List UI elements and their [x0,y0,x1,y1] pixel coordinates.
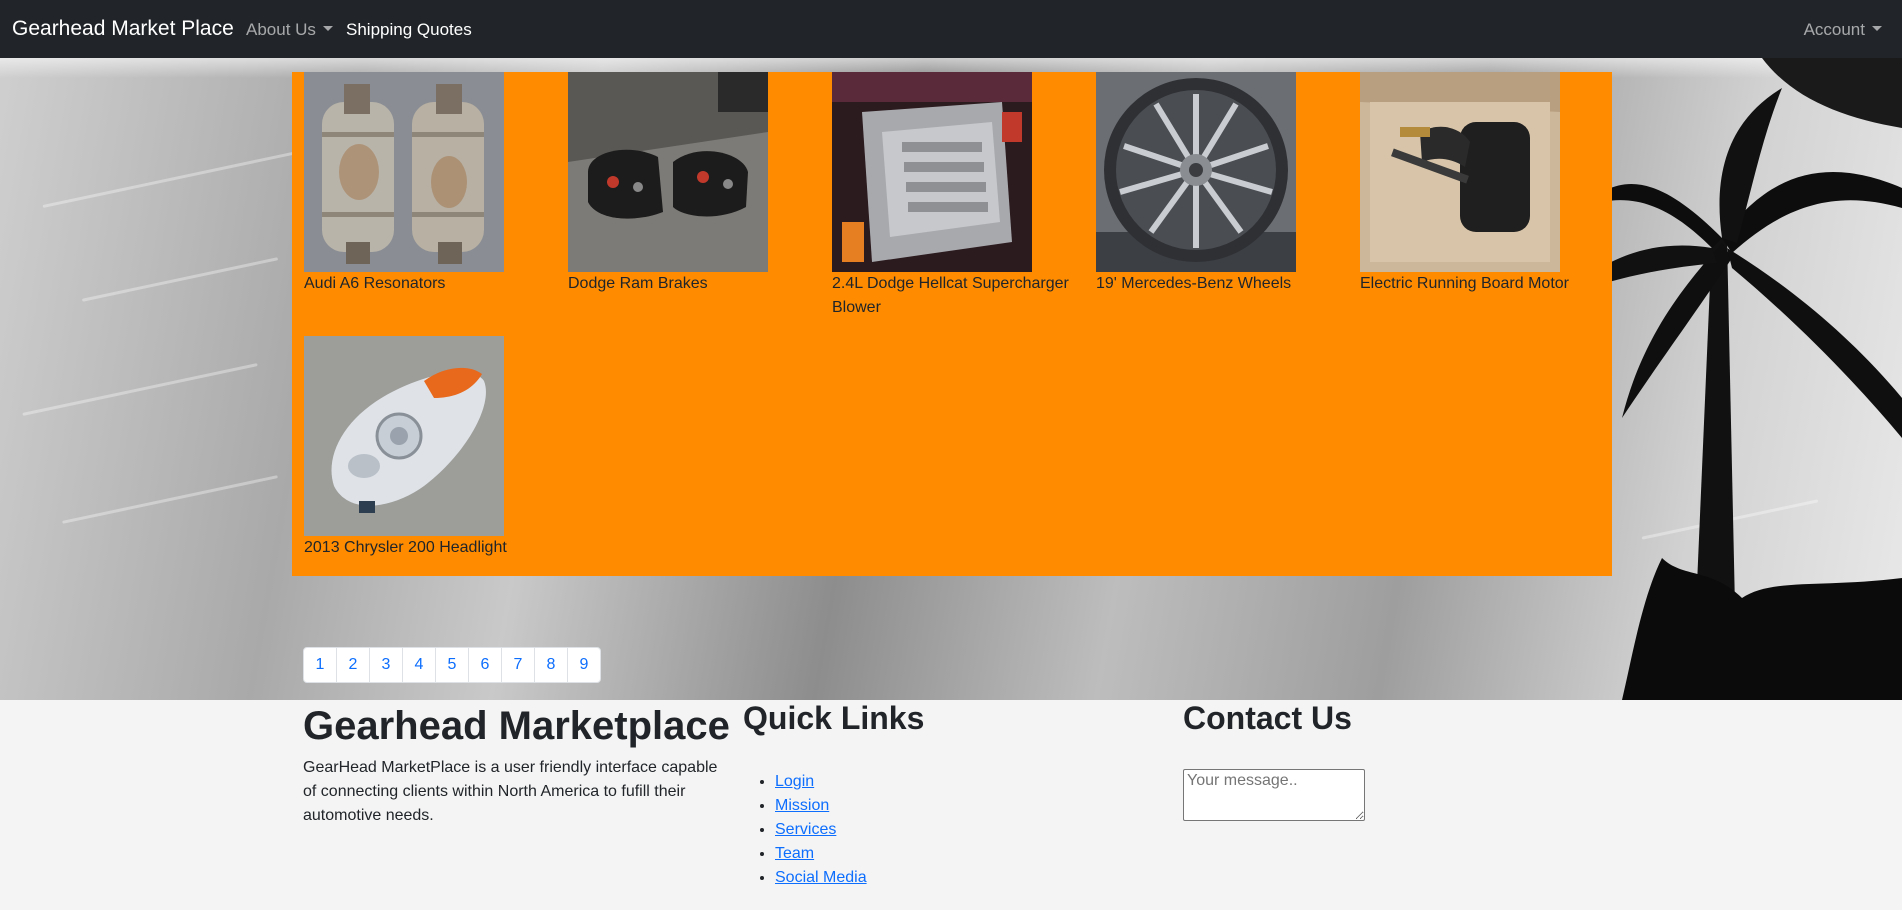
shipping-quotes-link[interactable]: Shipping Quotes [346,20,472,40]
account-label: Account [1803,20,1865,39]
product-image-resonators[interactable] [304,72,504,272]
quick-link-mission[interactable]: Mission [775,797,829,814]
page-link-6[interactable]: 6 [468,647,502,683]
product-name[interactable]: Audi A6 Resonators [304,272,568,296]
cloud-streak [81,257,279,302]
product-card[interactable]: Audi A6 Resonators [304,72,568,296]
product-panel: Audi A6 Resonators Dodge Ram Brakes 2.4L… [292,72,1612,576]
quick-links-list: Login Mission Services Team Social Media [775,770,867,890]
product-image-headlight[interactable] [304,336,504,536]
list-item: Mission [775,794,867,818]
pagination: 1 2 3 4 5 6 7 8 9 [303,647,601,683]
message-textarea[interactable] [1183,769,1365,821]
product-card[interactable]: Electric Running Board Motor [1360,72,1624,296]
list-item: Team [775,842,867,866]
quick-link-services[interactable]: Services [775,821,836,838]
product-name[interactable]: Dodge Ram Brakes [568,272,832,296]
product-image-supercharger[interactable] [832,72,1032,272]
footer-title: Gearhead Marketplace [303,704,730,748]
about-us-dropdown[interactable]: About Us [246,20,333,40]
page-link-4[interactable]: 4 [402,647,436,683]
quick-link-login[interactable]: Login [775,773,814,790]
product-card[interactable]: 2.4L Dodge Hellcat Supercharger Blower [832,72,1096,320]
about-us-label: About Us [246,20,316,39]
list-item: Login [775,770,867,794]
page-link-2[interactable]: 2 [336,647,370,683]
top-navbar: Gearhead Market Place About Us Shipping … [0,0,1902,58]
brand-link[interactable]: Gearhead Market Place [12,17,234,41]
caret-down-icon [1872,26,1882,32]
page-link-9[interactable]: 9 [567,647,601,683]
product-name[interactable]: 19' Mercedes-Benz Wheels [1096,272,1360,296]
product-card[interactable]: 19' Mercedes-Benz Wheels [1096,72,1360,296]
account-dropdown[interactable]: Account [1804,20,1882,40]
page-link-5[interactable]: 5 [435,647,469,683]
page-link-1[interactable]: 1 [303,647,337,683]
product-name[interactable]: 2.4L Dodge Hellcat Supercharger Blower [832,272,1096,320]
product-name[interactable]: 2013 Chrysler 200 Headlight [304,536,568,560]
page-link-7[interactable]: 7 [501,647,535,683]
page-link-8[interactable]: 8 [534,647,568,683]
product-image-wheel[interactable] [1096,72,1296,272]
product-image-motor[interactable] [1360,72,1560,272]
cloud-streak [42,151,298,208]
quick-link-social-media[interactable]: Social Media [775,869,867,886]
contact-us-heading: Contact Us [1183,700,1352,736]
caret-down-icon [322,26,333,32]
page-link-3[interactable]: 3 [369,647,403,683]
product-image-brakes[interactable] [568,72,768,272]
product-card[interactable]: 2013 Chrysler 200 Headlight [304,336,568,560]
footer: Gearhead Marketplace GearHead MarketPlac… [0,700,1902,910]
list-item: Services [775,818,867,842]
product-name[interactable]: Electric Running Board Motor [1360,272,1624,296]
cloud-streak [62,475,278,524]
footer-description: GearHead MarketPlace is a user friendly … [303,759,718,824]
quick-link-team[interactable]: Team [775,845,814,862]
list-item: Social Media [775,866,867,890]
cloud-streak [22,363,258,416]
quick-links-heading: Quick Links [743,700,925,736]
product-card[interactable]: Dodge Ram Brakes [568,72,832,296]
